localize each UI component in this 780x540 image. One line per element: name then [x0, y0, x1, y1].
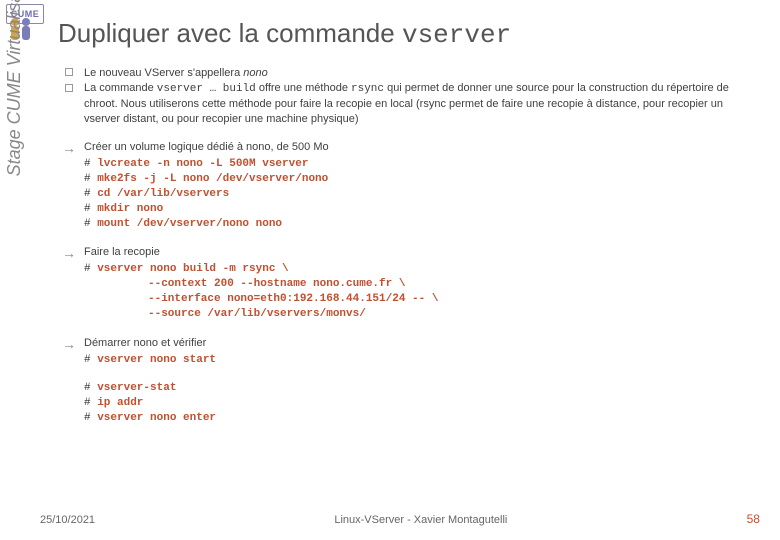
- intro-text: Le nouveau VServer s'appellera nono La c…: [84, 66, 760, 126]
- footer-date: 25/10/2021: [40, 514, 95, 526]
- volume-block: → Créer un volume logique dédié à nono, …: [54, 140, 760, 231]
- slide-title: Dupliquer avec la commande vserver: [58, 18, 760, 50]
- cmd: vserver nono enter: [97, 412, 216, 424]
- cmd: mount /dev/vserver/nono nono: [97, 218, 282, 230]
- start-cmds2: # vserver-stat # ip addr # vserver nono …: [84, 381, 760, 426]
- intro-l2c: offre une méthode: [256, 82, 351, 94]
- intro-l2a: La commande: [84, 82, 157, 94]
- bullet-col: [54, 66, 84, 126]
- arrow-icon: →: [62, 141, 76, 155]
- cmd: mke2fs -j -L nono /dev/vserver/nono: [97, 173, 328, 185]
- copy-cmds: # vserver nono build -m rsync \ --contex…: [84, 262, 760, 321]
- slide: CUME Dupliquer avec la commande vserver …: [0, 0, 780, 540]
- cmd: vserver nono start: [97, 354, 216, 366]
- cmd: lvcreate -n nono -L 500M vserver: [97, 158, 308, 170]
- intro-line1-pre: Le nouveau VServer s'appellera: [84, 67, 243, 79]
- title-code: vserver: [402, 20, 511, 50]
- intro-l2b: vserver … build: [157, 83, 256, 95]
- cmd: --context 200 --hostname nono.cume.fr \: [148, 278, 405, 290]
- footer: 25/10/2021 Linux-VServer - Xavier Montag…: [40, 512, 760, 526]
- arrow-icon: →: [62, 337, 76, 351]
- cmd: mkdir nono: [97, 203, 163, 215]
- volume-cmds: # lvcreate -n nono -L 500M vserver # mke…: [84, 157, 760, 231]
- copy-block: → Faire la recopie # vserver nono build …: [54, 245, 760, 321]
- intro-block: Le nouveau VServer s'appellera nono La c…: [54, 66, 760, 126]
- sidebar-label: Stage CUME Virtualisation: [4, 0, 25, 220]
- cmd: vserver nono build -m rsync \: [97, 263, 288, 275]
- cmd: vserver-stat: [97, 382, 176, 394]
- copy-lead: Faire la recopie: [84, 245, 760, 260]
- page-number: 58: [747, 512, 760, 526]
- volume-lead: Créer un volume logique dédié à nono, de…: [84, 140, 760, 155]
- cmd: ip addr: [97, 397, 143, 409]
- cmd: --source /var/lib/vservers/monvs/: [148, 308, 366, 320]
- start-lead: Démarrer nono et vérifier: [84, 336, 760, 351]
- footer-caption: Linux-VServer - Xavier Montagutelli: [334, 514, 507, 526]
- cmd: --interface nono=eth0:192.168.44.151/24 …: [148, 293, 438, 305]
- checkbox-icon: [65, 84, 73, 92]
- arrow-icon: →: [62, 246, 76, 260]
- content: Le nouveau VServer s'appellera nono La c…: [54, 66, 760, 440]
- start-block: → Démarrer nono et vérifier # vserver no…: [54, 336, 760, 426]
- checkbox-icon: [65, 68, 73, 76]
- title-prefix: Dupliquer avec la commande: [58, 18, 402, 48]
- intro-line1-em: nono: [243, 67, 267, 79]
- start-cmds: # vserver nono start: [84, 353, 760, 368]
- cmd: cd /var/lib/vservers: [97, 188, 229, 200]
- intro-l2d: rsync: [351, 83, 384, 95]
